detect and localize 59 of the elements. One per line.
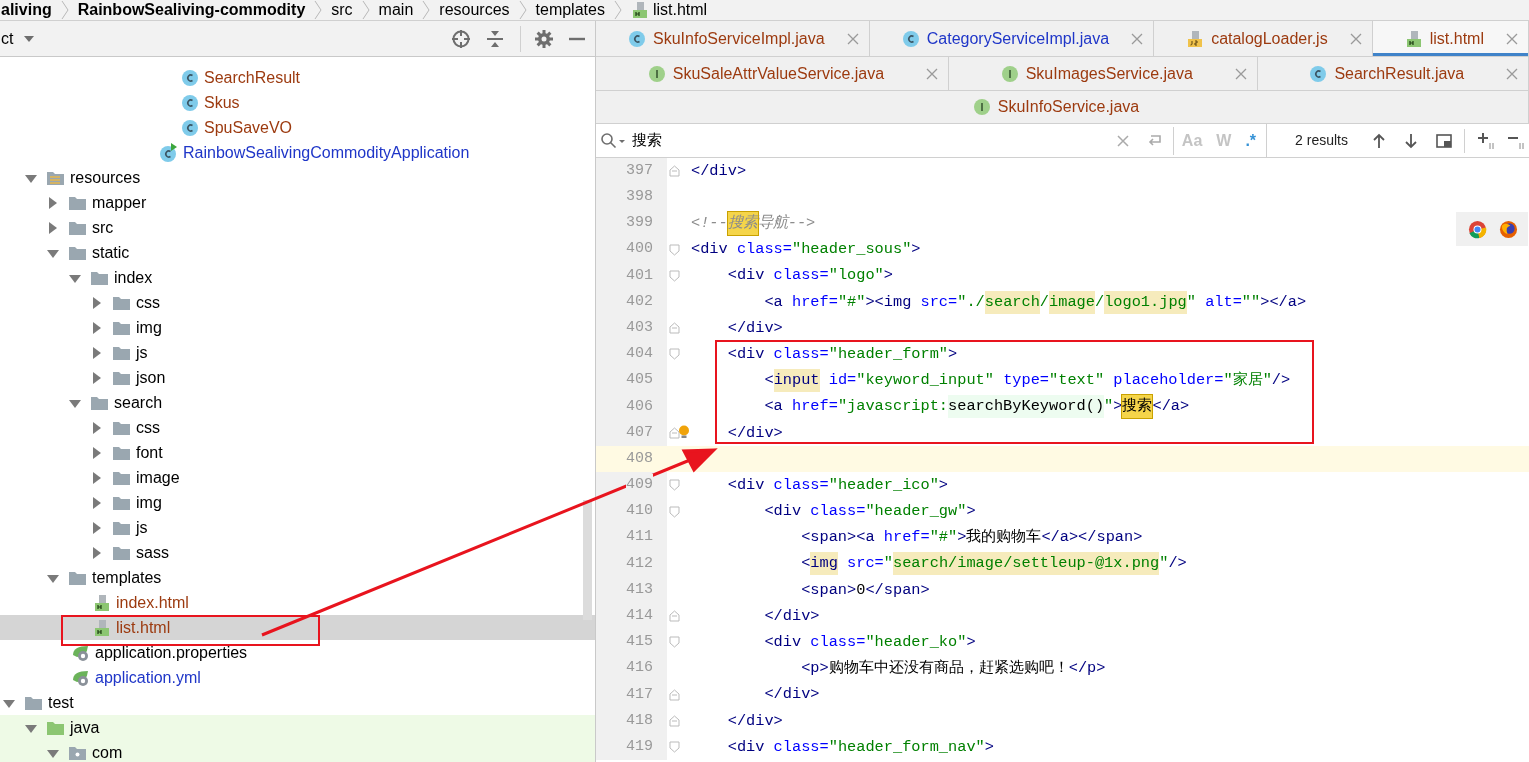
tree-item[interactable]: css — [0, 290, 595, 315]
code-line: <div class="header_gw"> — [763, 501, 976, 523]
tree-item[interactable]: css — [0, 415, 595, 440]
tree-item[interactable]: image — [0, 465, 595, 490]
tree-item[interactable]: test — [0, 690, 595, 715]
breadcrumb-item[interactable]: aliving — [0, 0, 52, 20]
code-line: </div> — [763, 684, 820, 706]
code-line: <span><a href="#">我的购物车</a></span> — [800, 527, 1143, 549]
code-line: <img src="search/image/settleup-@1x.png"/> — [691, 550, 1187, 577]
breadcrumb-item[interactable]: RainbowSealiving-commodity — [77, 0, 306, 20]
tree-item[interactable]: index — [0, 265, 595, 290]
tree-item[interactable]: resources — [0, 165, 595, 190]
code-line: </div> — [726, 710, 783, 732]
code-line: <div class="header_ico"> — [726, 474, 949, 496]
tree-item[interactable]: index.html — [0, 590, 595, 615]
tree-item[interactable]: img — [0, 490, 595, 515]
code-line: <div class="header_form"> — [726, 343, 958, 365]
tree-item[interactable]: RainbowSealivingCommodityApplication — [0, 140, 595, 165]
code-line: <!--搜索导航--> — [691, 210, 816, 237]
code-line: <div class="header_ko"> — [763, 632, 976, 653]
tree-item[interactable]: list.html — [0, 615, 595, 640]
tree-item[interactable]: SpuSaveVO — [0, 115, 595, 140]
code-line: </div> — [691, 160, 747, 182]
search-field[interactable]: 搜索 — [632, 129, 1117, 152]
tree-item[interactable]: font — [0, 440, 595, 465]
code-line: </div> — [763, 605, 820, 627]
code-line: <div class="header_sous"> — [691, 239, 921, 261]
tree-item[interactable]: SearchResult — [0, 65, 595, 90]
breadcrumb-item[interactable]: list.html — [652, 0, 708, 20]
breadcrumb-item[interactable]: src — [331, 0, 353, 20]
tree-item[interactable]: img — [0, 315, 595, 340]
tree-item[interactable]: com — [0, 740, 595, 762]
tree-item[interactable]: js — [0, 515, 595, 540]
code-line: </div> — [726, 317, 783, 339]
code-line: <p>购物车中还没有商品，赶紧选购吧！</p> — [800, 658, 1106, 680]
tree-item[interactable]: sass — [0, 540, 595, 565]
tree-item[interactable]: mapper — [0, 190, 595, 215]
code-line: <div class="header_form_nav"> — [726, 736, 994, 758]
code-line: <a href="#"><img src="./search/image/logo1.jpg" alt=""></a> — [691, 288, 1307, 316]
tree-item[interactable]: application.yml — [0, 665, 595, 690]
code-line: <span>0</span> — [800, 579, 930, 601]
breadcrumb-item[interactable]: main — [378, 0, 414, 20]
tree-item[interactable]: application.properties — [0, 640, 595, 665]
tree-item[interactable]: js — [0, 340, 595, 365]
tree-item[interactable]: search — [0, 390, 595, 415]
tree-item[interactable]: templates — [0, 565, 595, 590]
editor-tab[interactable]: list.html — [1372, 21, 1529, 56]
tree-item[interactable]: src — [0, 215, 595, 240]
tree-item[interactable]: java — [0, 715, 595, 740]
tree-item[interactable]: json — [0, 365, 595, 390]
panel-title[interactable]: ct — [0, 26, 14, 51]
results-count: 2 results — [1295, 131, 1348, 150]
code-line: </div> — [726, 422, 783, 444]
code-line: <div class="logo"> — [726, 265, 893, 287]
breadcrumb-item[interactable]: templates — [535, 0, 605, 20]
breadcrumb-item[interactable]: resources — [439, 0, 510, 20]
tree-item[interactable]: Skus — [0, 90, 595, 115]
tree-item[interactable]: static — [0, 240, 595, 265]
code-line: <input id="keyword_input" type="text" placeholder="家居"/> — [691, 367, 1291, 394]
